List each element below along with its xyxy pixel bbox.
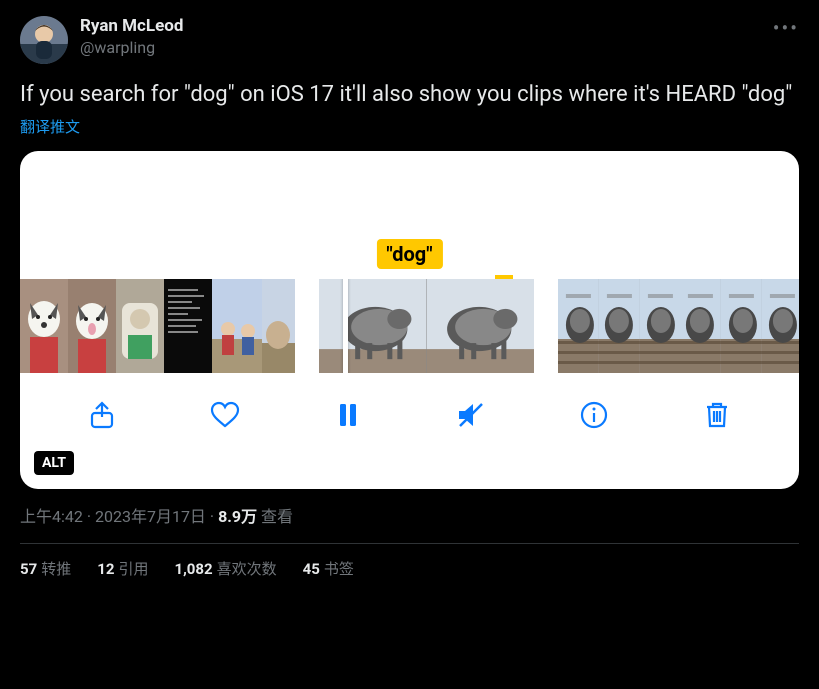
media-toolbar [20,373,799,457]
meta-time[interactable]: 上午4:42 [20,507,83,526]
video-timeline[interactable] [20,279,799,373]
meta-views-label: 查看 [261,507,293,526]
caption-badge: "dog" [376,239,442,269]
tweet-stats: 57转推 12引用 1,082 喜欢次数 45书签 [20,558,799,579]
share-icon[interactable] [86,399,118,431]
avatar[interactable] [20,16,68,64]
thumbnail [164,279,212,373]
tweet-meta: 上午4:42 · 2023年7月17日 · 8.9万 查看 [20,503,799,527]
stat-retweets[interactable]: 57转推 [20,558,71,579]
clip-group-1[interactable] [20,279,295,373]
media-card[interactable]: "dog" [20,151,799,489]
media-whitespace: "dog" [20,151,799,279]
stat-likes[interactable]: 1,082 喜欢次数 [174,558,276,579]
alt-badge[interactable]: ALT [34,451,74,475]
clip-group-3[interactable] [558,279,799,373]
divider [20,543,799,544]
thumbnail [68,279,116,373]
thumbnail [721,279,762,373]
info-icon[interactable] [578,399,610,431]
thumbnail [680,279,721,373]
tweet-header: Ryan McLeod @warpling ••• [20,16,799,64]
thumbnail [319,279,427,373]
stat-bookmarks[interactable]: 45书签 [303,558,354,579]
thumbnail [558,279,599,373]
stat-num: 57 [20,560,37,578]
stat-num: 12 [97,560,114,578]
thumbnail [116,279,164,373]
meta-date[interactable]: 2023年7月17日 [95,507,206,526]
pause-icon[interactable] [332,399,364,431]
tweet-text: If you search for "dog" on iOS 17 it'll … [20,80,799,110]
stat-quotes[interactable]: 12引用 [97,558,148,579]
stat-label: 喜欢次数 [217,560,277,578]
author-block: Ryan McLeod @warpling [80,16,183,57]
thumbnail [640,279,681,373]
thumbnail [212,279,262,373]
author-handle[interactable]: @warpling [80,38,183,57]
stat-label: 书签 [324,560,354,578]
tweet-container: Ryan McLeod @warpling ••• If you search … [0,0,819,595]
stat-label: 引用 [118,560,148,578]
trash-icon[interactable] [701,399,733,431]
thumbnail [762,279,799,373]
heart-icon[interactable] [209,399,241,431]
thumbnail [599,279,640,373]
playhead[interactable] [343,279,348,373]
stat-num: 1,082 [174,560,212,578]
thumbnail [262,279,295,373]
meta-views-num: 8.9万 [218,507,257,526]
thumbnail [427,279,535,373]
mute-icon[interactable] [455,399,487,431]
author-name[interactable]: Ryan McLeod [80,16,183,36]
stat-num: 45 [303,560,320,578]
stat-label: 转推 [41,560,71,578]
thumbnail [20,279,68,373]
clip-group-2[interactable] [319,279,534,373]
translate-link[interactable]: 翻译推文 [20,116,799,137]
more-icon[interactable]: ••• [773,16,799,40]
